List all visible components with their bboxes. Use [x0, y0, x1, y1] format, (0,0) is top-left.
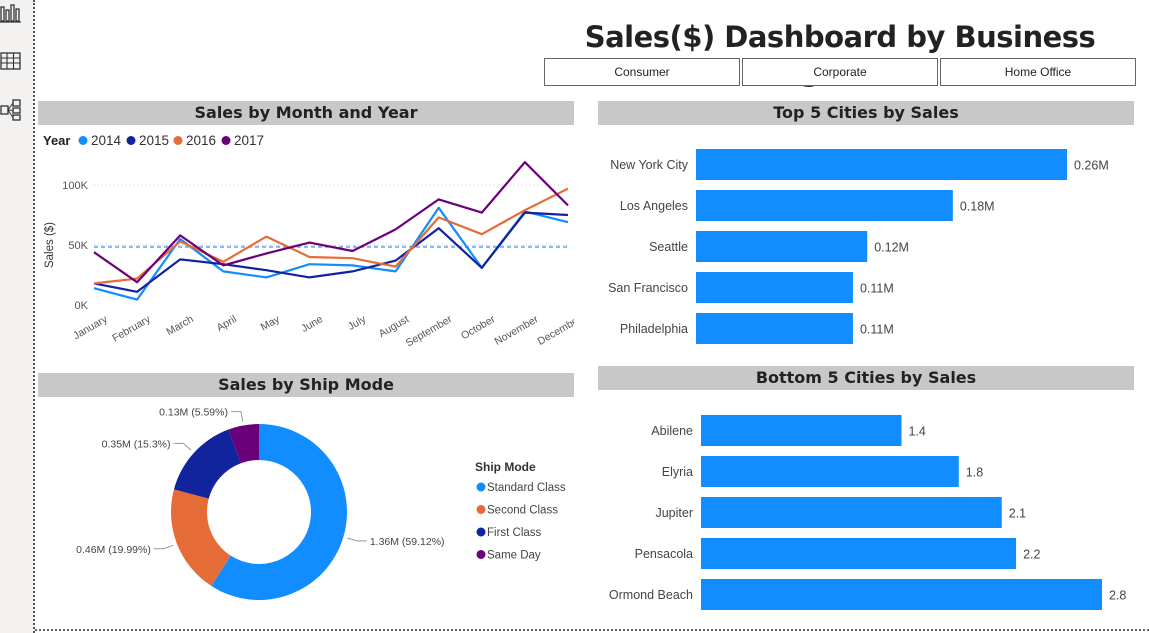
callout-line	[173, 442, 192, 451]
bottom5-chart-header: Bottom 5 Cities by Sales	[598, 366, 1134, 390]
ship-legend-label: Second Class	[487, 505, 558, 517]
bar	[696, 190, 953, 221]
category-label: Pensacola	[635, 547, 693, 561]
data-label: 1.4	[909, 425, 926, 439]
data-label: 0.18M	[960, 200, 995, 214]
x-tick-label: September	[404, 313, 455, 349]
legend-marker-2017	[221, 136, 231, 145]
bar	[696, 313, 853, 344]
slice-label: 0.13M (5.59%)	[159, 407, 228, 419]
y-tick-label: 100K	[62, 180, 88, 192]
category-label: Seattle	[649, 240, 688, 254]
category-label: Abilene	[651, 424, 693, 438]
category-label: Philadelphia	[620, 322, 688, 336]
data-label: 2.2	[1023, 548, 1040, 562]
category-label: Elyria	[662, 465, 693, 479]
slicer-corporate[interactable]: Corporate	[742, 58, 938, 86]
canvas-border	[35, 629, 1149, 631]
legend-marker-2016	[173, 136, 183, 145]
y-axis-label: Sales ($)	[44, 222, 56, 268]
ship-legend-marker	[476, 482, 486, 492]
y-tick-label: 50K	[68, 240, 88, 252]
bar	[696, 231, 868, 262]
bar	[701, 497, 1002, 528]
bar	[701, 579, 1102, 610]
data-view-icon[interactable]	[0, 50, 22, 72]
legend-marker-2014	[78, 136, 88, 145]
legend-label-2017: 2017	[234, 133, 264, 148]
line-legend: Year 2014 2015 2016 2017	[43, 133, 264, 148]
legend-label-2014: 2014	[91, 133, 122, 148]
report-view-icon[interactable]	[0, 2, 22, 24]
data-label: 1.8	[966, 466, 983, 480]
ship-legend-marker	[476, 527, 486, 537]
y-tick-label: 0K	[75, 300, 89, 312]
data-label: 0.26M	[1074, 159, 1109, 173]
x-tick-label: July	[346, 313, 369, 333]
x-tick-label: February	[110, 313, 153, 345]
legend-title: Year	[43, 133, 70, 148]
line-chart[interactable]: Year 2014 2015 2016 2017 0K 50K 100K Sales ($) Ja…	[38, 128, 574, 370]
x-tick-label: January	[71, 313, 110, 342]
ship-legend-label: First Class	[487, 527, 542, 539]
bar	[701, 456, 959, 487]
data-label: 0.11M	[860, 282, 894, 296]
ship-mode-donut-chart[interactable]: 1.36M (59.12%) 0.46M (19.99%) 0.35M (15.3%…	[38, 399, 574, 625]
slicer-home-office[interactable]: Home Office	[940, 58, 1136, 86]
x-tick-label: April	[215, 313, 239, 334]
callout-line	[153, 544, 174, 550]
callout-line	[347, 537, 367, 542]
ship-legend-label: Same Day	[487, 550, 541, 562]
category-label: San Francisco	[608, 281, 688, 295]
legend-marker-2015	[126, 136, 136, 145]
category-label: Ormond Beach	[609, 588, 693, 602]
callout-line	[230, 411, 244, 422]
x-tick-label: August	[377, 313, 411, 340]
x-tick-label: March	[164, 313, 195, 338]
category-label: Los Angeles	[620, 199, 688, 213]
ship-chart-header: Sales by Ship Mode	[38, 373, 574, 397]
category-label: New York City	[610, 158, 689, 172]
slice-label: 0.35M (15.3%)	[102, 438, 171, 450]
bottom5-cities-chart[interactable]: Abilene 1.4 Elyria 1.8 Jupiter 2.1 Pensacola 2.…	[598, 392, 1134, 625]
legend-label-2015: 2015	[139, 133, 169, 148]
top5-cities-chart[interactable]: New York City 0.26M Los Angeles 0.18M Seattl…	[598, 128, 1134, 360]
x-tick-label: November	[492, 313, 540, 348]
x-tick-label: May	[259, 313, 283, 334]
x-tick-label: June	[299, 313, 325, 335]
ship-legend-marker	[476, 550, 486, 559]
sidebar	[0, 0, 35, 633]
donut-slice	[173, 429, 241, 499]
ship-legend-marker	[476, 505, 486, 514]
model-view-icon[interactable]	[0, 99, 22, 121]
data-label: 2.8	[1109, 589, 1126, 603]
bar	[696, 272, 853, 303]
series-line-2016	[93, 187, 569, 285]
data-label: 2.1	[1009, 507, 1026, 521]
category-label: Jupiter	[655, 506, 693, 520]
bar	[701, 538, 1017, 569]
bar	[696, 149, 1067, 180]
bar	[701, 415, 902, 446]
slice-label: 0.46M (19.99%)	[76, 544, 151, 556]
slice-label: 1.36M (59.12%)	[370, 536, 445, 548]
ship-legend-label: Standard Class	[487, 482, 566, 494]
data-label: 0.12M	[874, 241, 909, 255]
slicer-consumer[interactable]: Consumer	[544, 58, 740, 86]
line-chart-header: Sales by Month and Year	[38, 101, 574, 125]
top5-chart-header: Top 5 Cities by Sales	[598, 101, 1134, 125]
legend-label-2016: 2016	[186, 133, 216, 148]
data-label: 0.11M	[860, 323, 894, 337]
x-tick-label: December	[536, 313, 574, 348]
ship-legend-title: Ship Mode	[475, 460, 536, 474]
